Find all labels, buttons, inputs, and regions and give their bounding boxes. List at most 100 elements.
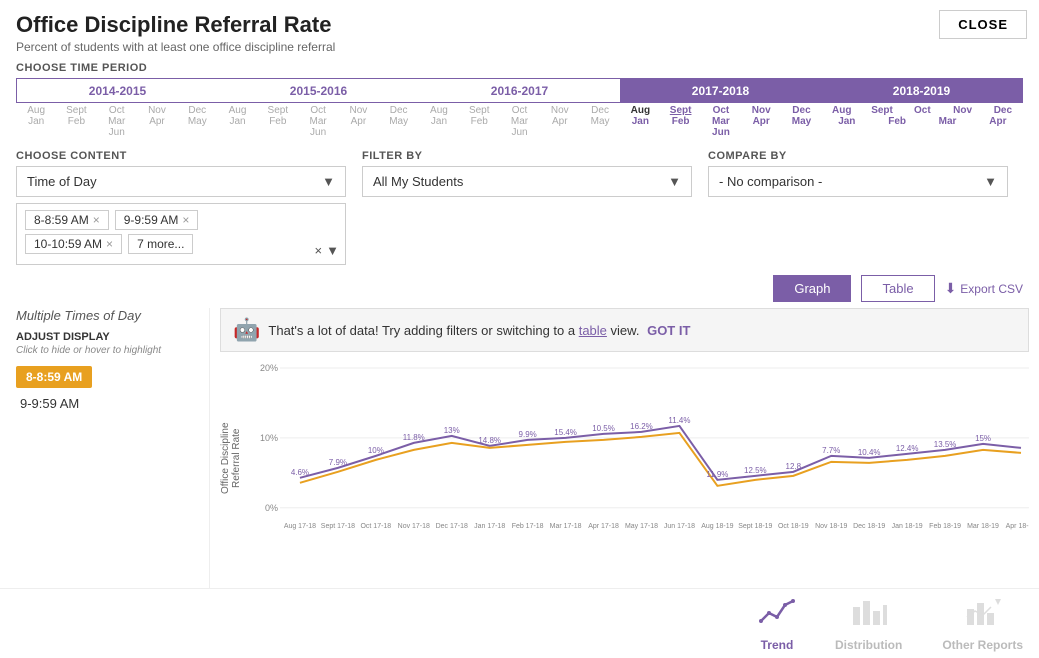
more-tags-button[interactable]: 7 more... xyxy=(128,234,193,254)
svg-text:12.4%: 12.4% xyxy=(896,444,919,453)
export-csv-button[interactable]: ⬇ Export CSV xyxy=(945,280,1023,297)
period-2014-2015[interactable]: 2014-2015 xyxy=(17,79,218,102)
robot-icon: 🤖 xyxy=(233,317,260,343)
svg-text:0%: 0% xyxy=(265,503,278,513)
nav-distribution[interactable]: Distribution xyxy=(835,597,902,652)
chart-area: 🤖 That's a lot of data! Try adding filte… xyxy=(210,308,1039,588)
close-button[interactable]: CLOSE xyxy=(939,10,1027,39)
remove-tag-8am[interactable]: × xyxy=(93,213,100,227)
svg-text:12.8: 12.8 xyxy=(786,462,802,471)
svg-text:13.5%: 13.5% xyxy=(934,440,957,449)
svg-text:13%: 13% xyxy=(444,426,460,435)
filter-control: FILTER BY All My Students ▼ xyxy=(362,150,692,197)
click-hint: Click to hide or hover to highlight xyxy=(16,345,193,356)
svg-text:10%: 10% xyxy=(260,433,278,443)
nav-other-reports-label: Other Reports xyxy=(942,638,1023,652)
remove-tag-9am[interactable]: × xyxy=(182,213,189,227)
distribution-icon xyxy=(851,597,887,634)
svg-text:May 17-18: May 17-18 xyxy=(625,523,658,530)
compare-select[interactable]: - No comparison - ▼ xyxy=(708,166,1008,197)
tags-area: 8-8:59 AM× 9-9:59 AM× 10-10:59 AM× 7 mor… xyxy=(16,203,346,265)
compare-chevron-icon: ▼ xyxy=(984,174,997,189)
time-period-section: CHOOSE TIME PERIOD 2014-2015 2015-2016 2… xyxy=(0,58,1039,144)
svg-text:Mar 17-18: Mar 17-18 xyxy=(550,523,582,530)
svg-text:Sept 18-19: Sept 18-19 xyxy=(738,523,772,530)
line-chart: 20% 10% 0% 4.6% 7.9% 10% 11.8% 13% 14.8%… xyxy=(250,358,1029,538)
tag-8am[interactable]: 8-8:59 AM× xyxy=(25,210,109,230)
svg-text:10.4%: 10.4% xyxy=(858,448,881,457)
svg-text:9.9%: 9.9% xyxy=(519,430,537,439)
controls-row: CHOOSE CONTENT Time of Day ▼ 8-8:59 AM× … xyxy=(0,144,1039,271)
svg-text:Nov 18-19: Nov 18-19 xyxy=(815,523,847,530)
filter-value: All My Students xyxy=(373,174,463,189)
content-select[interactable]: Time of Day ▼ xyxy=(16,166,346,197)
adjust-display-label: ADJUST DISPLAY xyxy=(16,331,193,343)
expand-tags-icon[interactable]: ▼ xyxy=(326,243,339,258)
svg-text:20%: 20% xyxy=(260,363,278,373)
time-badge-8am: 8-8:59 AM xyxy=(16,366,92,388)
time-item-8am[interactable]: 8-8:59 AM xyxy=(16,366,193,388)
time-item-9am[interactable]: 9-9:59 AM xyxy=(16,396,193,411)
nav-trend[interactable]: Trend xyxy=(759,597,795,652)
svg-text:Aug 17-18: Aug 17-18 xyxy=(284,523,316,530)
compare-value: - No comparison - xyxy=(719,174,822,189)
tag-9am[interactable]: 9-9:59 AM× xyxy=(115,210,199,230)
svg-text:11.4%: 11.4% xyxy=(668,416,690,425)
svg-text:Jan 18-19: Jan 18-19 xyxy=(892,523,923,530)
clear-tags-icon[interactable]: × xyxy=(315,243,323,258)
main-content: Multiple Times of Day ADJUST DISPLAY Cli… xyxy=(0,308,1039,588)
tooltip-text: That's a lot of data! Try adding filters… xyxy=(268,323,690,338)
view-controls: Graph Table ⬇ Export CSV xyxy=(0,271,1039,308)
page-header: Office Discipline Referral Rate Percent … xyxy=(0,0,1039,58)
svg-text:Oct 18-19: Oct 18-19 xyxy=(778,523,809,530)
svg-text:11.9%: 11.9% xyxy=(706,470,728,479)
tags-controls[interactable]: × ▼ xyxy=(315,243,339,258)
svg-text:Apr 18-19: Apr 18-19 xyxy=(1006,523,1029,530)
svg-text:Jun 17-18: Jun 17-18 xyxy=(664,523,695,530)
filter-chevron-icon: ▼ xyxy=(668,174,681,189)
trend-icon xyxy=(759,597,795,634)
svg-text:Jan 17-18: Jan 17-18 xyxy=(474,523,505,530)
page-title: Office Discipline Referral Rate xyxy=(16,12,1023,38)
content-value: Time of Day xyxy=(27,174,97,189)
period-2018-2019[interactable]: 2018-2019 xyxy=(821,79,1022,102)
graph-button[interactable]: Graph xyxy=(773,275,851,302)
svg-text:4.6%: 4.6% xyxy=(291,468,309,477)
compare-label: COMPARE BY xyxy=(708,150,1008,162)
period-2016-2017[interactable]: 2016-2017 xyxy=(419,79,620,102)
got-it-button[interactable]: GOT IT xyxy=(647,323,690,338)
svg-text:16.2%: 16.2% xyxy=(630,422,653,431)
filter-label: FILTER BY xyxy=(362,150,692,162)
time-label-9am: 9-9:59 AM xyxy=(20,396,79,411)
svg-text:Oct 17-18: Oct 17-18 xyxy=(361,523,392,530)
remove-tag-10am[interactable]: × xyxy=(106,237,113,251)
tag-10am[interactable]: 10-10:59 AM× xyxy=(25,234,122,254)
svg-text:Dec 18-19: Dec 18-19 xyxy=(853,523,885,530)
period-2017-2018[interactable]: 2017-2018 xyxy=(620,79,821,102)
period-2015-2016[interactable]: 2015-2016 xyxy=(218,79,419,102)
svg-text:7.7%: 7.7% xyxy=(822,446,840,455)
content-label: CHOOSE CONTENT xyxy=(16,150,346,162)
nav-distribution-label: Distribution xyxy=(835,638,902,652)
nav-trend-label: Trend xyxy=(761,638,794,652)
tags-row: 8-8:59 AM× 9-9:59 AM× xyxy=(25,210,337,230)
chart-svg: 20% 10% 0% 4.6% 7.9% 10% 11.8% 13% 14.8%… xyxy=(250,358,1029,558)
svg-text:Apr 17-18: Apr 17-18 xyxy=(588,523,619,530)
table-button[interactable]: Table xyxy=(861,275,934,302)
filter-select[interactable]: All My Students ▼ xyxy=(362,166,692,197)
time-period-label: CHOOSE TIME PERIOD xyxy=(16,62,1023,74)
svg-text:10.5%: 10.5% xyxy=(592,424,615,433)
compare-control: COMPARE BY - No comparison - ▼ xyxy=(708,150,1008,197)
svg-text:Mar 18-19: Mar 18-19 xyxy=(967,523,999,530)
y-axis-label: Office DisciplineReferral Rate xyxy=(220,358,250,558)
chart-sidebar: Multiple Times of Day ADJUST DISPLAY Cli… xyxy=(0,308,210,588)
table-link[interactable]: table xyxy=(579,323,607,338)
svg-text:15%: 15% xyxy=(975,434,991,443)
svg-text:Sept 17-18: Sept 17-18 xyxy=(321,523,355,530)
download-icon: ⬇ xyxy=(945,280,957,297)
nav-other-reports[interactable]: Other Reports xyxy=(942,597,1023,652)
chart-wrapper: Office DisciplineReferral Rate 20% 10% 0… xyxy=(220,358,1029,558)
svg-text:Feb 18-19: Feb 18-19 xyxy=(929,523,961,530)
svg-text:7.9%: 7.9% xyxy=(329,458,347,467)
sidebar-title: Multiple Times of Day xyxy=(16,308,193,323)
